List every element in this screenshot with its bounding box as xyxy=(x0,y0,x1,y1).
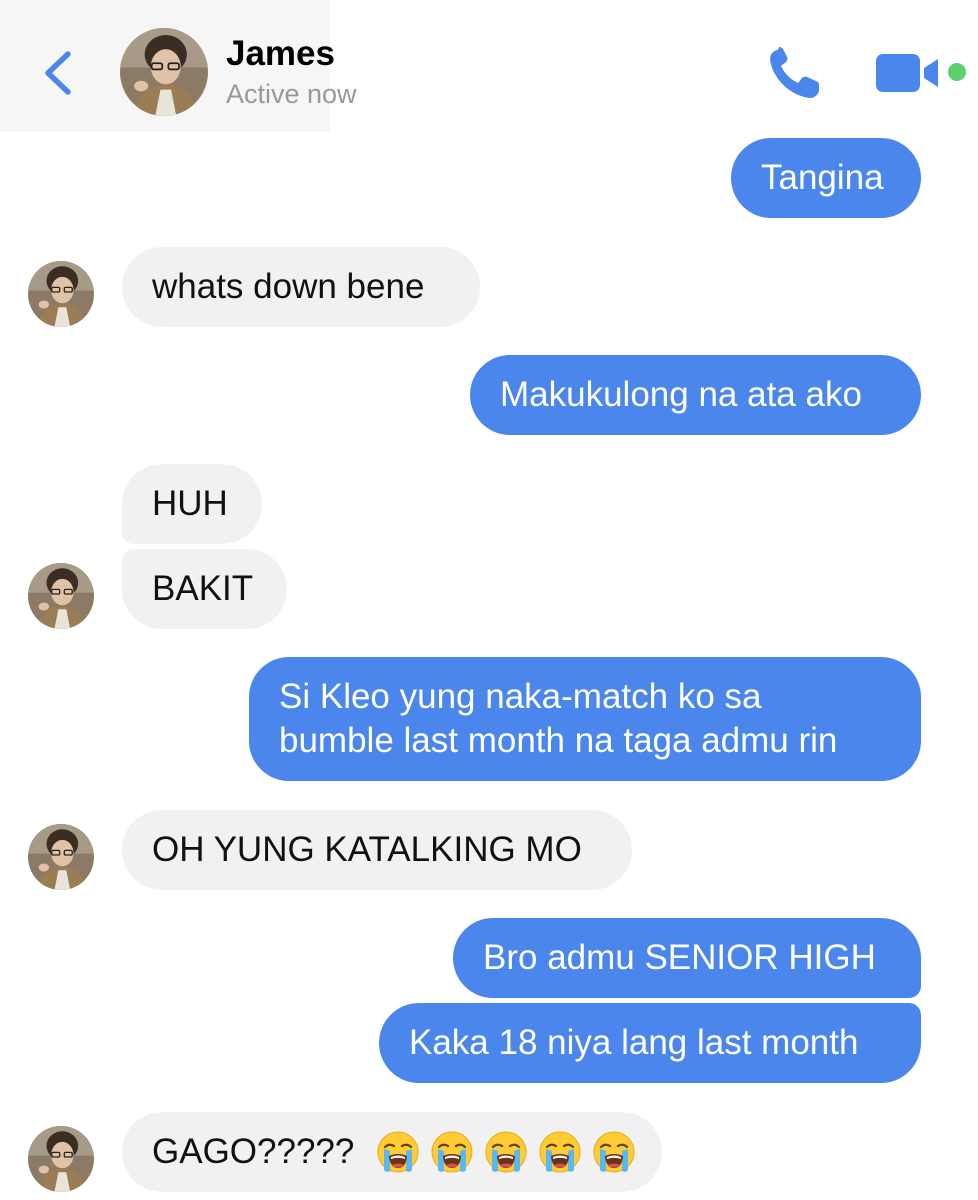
message-text: BAKIT xyxy=(152,569,254,608)
message-text: Kaka 18 niya lang last month xyxy=(409,1023,859,1062)
incoming-message[interactable]: whats down bene xyxy=(122,247,480,327)
outgoing-message[interactable]: Kaka 18 niya lang last month xyxy=(379,1003,921,1083)
message-text: whats down bene xyxy=(152,267,425,306)
sender-avatar[interactable] xyxy=(28,261,94,327)
incoming-message[interactable]: BAKIT xyxy=(122,549,287,629)
chat-header: James Active now xyxy=(0,0,978,132)
contact-name[interactable]: James xyxy=(226,34,335,74)
sender-avatar[interactable] xyxy=(28,563,94,629)
loudly-crying-face-icon xyxy=(484,1130,528,1174)
video-call-button[interactable] xyxy=(874,52,944,94)
avatar-image xyxy=(28,261,94,327)
message-text: Makukulong na ata ako xyxy=(500,375,862,414)
outgoing-message[interactable]: Makukulong na ata ako xyxy=(470,355,921,435)
contact-status: Active now xyxy=(226,79,357,109)
incoming-message[interactable]: OH YUNG KATALKING MO xyxy=(122,810,632,890)
outgoing-message[interactable]: Bro admu SENIOR HIGH xyxy=(453,918,921,998)
video-camera-icon xyxy=(876,54,938,92)
loudly-crying-face-icon xyxy=(538,1130,582,1174)
message-text: GAGO????? xyxy=(152,1132,355,1171)
emoji-group xyxy=(366,1130,636,1174)
loudly-crying-face-icon xyxy=(592,1130,636,1174)
avatar-image xyxy=(28,824,94,890)
contact-avatar[interactable] xyxy=(120,28,208,116)
phone-icon xyxy=(770,47,819,98)
message-text: Bro admu SENIOR HIGH xyxy=(483,938,876,977)
audio-call-button[interactable] xyxy=(764,44,828,104)
sender-avatar[interactable] xyxy=(28,1126,94,1192)
online-indicator xyxy=(948,63,966,81)
loudly-crying-face-icon xyxy=(376,1130,420,1174)
message-text-line-1: Si Kleo yung naka-match ko sa xyxy=(279,677,762,716)
chevron-left-icon xyxy=(45,51,71,95)
sender-avatar[interactable] xyxy=(28,824,94,890)
message-text-line-2: bumble last month na taga admu rin xyxy=(279,721,838,760)
avatar-image xyxy=(28,1126,94,1192)
loudly-crying-face-icon xyxy=(430,1130,474,1174)
outgoing-message[interactable]: Si Kleo yung naka-match ko sa bumble las… xyxy=(249,657,921,781)
message-text: OH YUNG KATALKING MO xyxy=(152,830,582,869)
incoming-message[interactable]: GAGO????? xyxy=(122,1112,662,1192)
incoming-message[interactable]: HUH xyxy=(122,464,262,544)
back-button[interactable] xyxy=(38,48,82,98)
avatar-image xyxy=(120,28,208,116)
outgoing-message[interactable]: Tangina xyxy=(731,138,921,218)
message-text: HUH xyxy=(152,484,228,523)
avatar-image xyxy=(28,563,94,629)
message-text: Tangina xyxy=(761,158,884,197)
